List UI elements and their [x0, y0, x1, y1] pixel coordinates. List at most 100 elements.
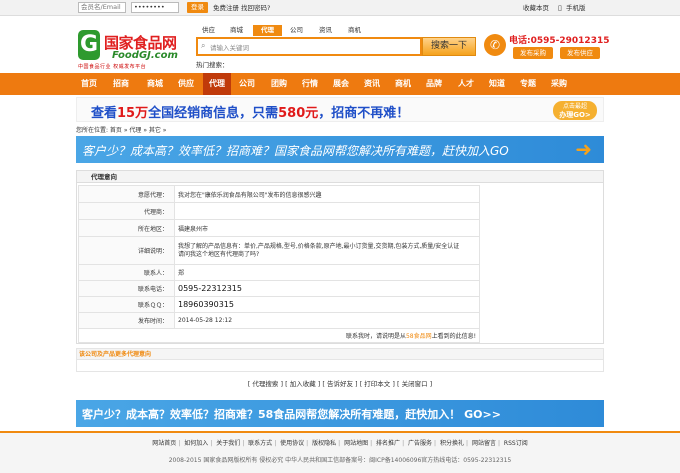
agent-search-link[interactable]: [ 代理搜索 ]: [248, 380, 283, 388]
footer-link-home[interactable]: 网站首页: [152, 440, 176, 447]
nav-item-opportunity[interactable]: 商机: [390, 73, 416, 95]
search-box: ⌕ 请输入关键词: [196, 37, 422, 56]
logo-slogan: 中国食品行业 权威发布平台: [78, 64, 147, 70]
nav-item-company[interactable]: 公司: [234, 73, 260, 95]
logo-en-text[interactable]: FoodGJ.com: [112, 50, 178, 61]
search-tab-supply[interactable]: 供应: [196, 25, 221, 36]
footer-link-about[interactable]: 关于我们: [216, 440, 240, 447]
search-input[interactable]: 请输入关键词: [210, 42, 249, 52]
nav-item-brand[interactable]: 品牌: [421, 73, 447, 95]
mobile-link[interactable]: 手机版: [566, 0, 586, 16]
row-label: 详细说明：: [78, 236, 175, 265]
footer-link-message[interactable]: 网站留言: [472, 440, 496, 447]
arrow-right-icon: ➜: [575, 137, 592, 161]
row-label: 意愿代理：: [78, 185, 175, 203]
footer-link-terms[interactable]: 使用协议: [280, 440, 304, 447]
footer-links: 网站首页 | 如何加入 | 关于我们 | 联系方式 | 使用协议 | 版权隐私 | 网站地图…: [152, 440, 528, 447]
promo-join-bottom-text: 客户少？成本高？效率低？招商难？58食品网帮您解决所有难题，赶快加入！ GO>>: [82, 408, 501, 421]
footer-link-contact[interactable]: 联系方式: [248, 440, 272, 447]
forgot-password-link[interactable]: 找回密码?: [241, 0, 270, 16]
table-row: 联系电话： 0595-22312315: [78, 280, 480, 297]
nav-item-supply[interactable]: 供应: [173, 73, 199, 95]
row-value: 我对您在"康依乐润食品有限公司"发布的信息很感兴趣: [174, 185, 480, 203]
promo-banner-text: 查看15万全国经销商信息，只需580元，招商不再难！: [91, 106, 410, 121]
footer-link-privacy[interactable]: 版权隐私: [312, 440, 336, 447]
publish-supply-button[interactable]: 发布供应: [560, 47, 600, 59]
nav-item-invest[interactable]: 招商: [108, 73, 134, 95]
promo-banner-join-bottom[interactable]: 客户少？成本高？效率低？招商难？58食品网帮您解决所有难题，赶快加入！ GO>>: [76, 400, 604, 427]
search-tab-mall[interactable]: 商城: [224, 25, 249, 36]
search-tab-agent[interactable]: 代理: [253, 25, 282, 36]
password-input[interactable]: ••••••••: [131, 2, 179, 13]
add-favorite-link[interactable]: [ 加入收藏 ]: [285, 380, 320, 388]
footer-link-join[interactable]: 如何加入: [184, 440, 208, 447]
footer-link-ads[interactable]: 广告服务: [408, 440, 432, 447]
table-row: 意愿代理： 我对您在"康依乐润食品有限公司"发布的信息很感兴趣: [78, 185, 480, 203]
breadcrumb[interactable]: 您所在位置: 首页 » 代理 » 其它 »: [76, 125, 166, 134]
print-link[interactable]: [ 打印本文 ]: [360, 380, 395, 388]
phone-icon: ✆: [484, 34, 506, 56]
login-button[interactable]: 登录: [187, 2, 208, 13]
nav-item-topic[interactable]: 专题: [515, 73, 541, 95]
nav-item-home[interactable]: 首页: [78, 73, 100, 95]
panel-title: 代理意向: [77, 171, 603, 183]
row-value: 我想了解的产品信息有：单价,产品规格,型号,价格条款,原产地,最小订货量,交货期…: [174, 236, 480, 265]
nav-item-know[interactable]: 知道: [484, 73, 510, 95]
nav-item-talent[interactable]: 人才: [453, 73, 479, 95]
account-input[interactable]: 会员名/Email: [78, 2, 126, 13]
row-label: 代理商：: [78, 202, 175, 220]
more-agent-intents-link[interactable]: 该公司及产品更多代理意向: [76, 348, 604, 360]
table-row: 联系人： 郑: [78, 264, 480, 281]
footer-link-points[interactable]: 积分换礼: [440, 440, 464, 447]
promo-banner-dealers[interactable]: 查看15万全国经销商信息，只需580元，招商不再难！ 点击最超 办理GO>: [76, 97, 604, 122]
row-label: 发布时间：: [78, 312, 175, 329]
table-row: 发布时间： 2014-05-28 12:12: [78, 312, 480, 329]
table-row: 联系ＱＱ： 18960390315: [78, 296, 480, 313]
search-icon: ⌕: [201, 41, 206, 50]
footer: 网站首页 | 如何加入 | 关于我们 | 联系方式 | 使用协议 | 版权隐私 | 网站地图…: [0, 431, 680, 473]
footer-link-rss[interactable]: RSS订阅: [504, 440, 528, 447]
table-row: 详细说明： 我想了解的产品信息有：单价,产品规格,型号,价格条款,原产地,最小订…: [78, 236, 480, 265]
search-tab-news[interactable]: 资讯: [313, 25, 338, 36]
nav-item-agent[interactable]: 代理: [203, 73, 231, 95]
hot-search-label: 热门搜索：: [196, 61, 229, 69]
nav-item-groupbuy[interactable]: 团购: [266, 73, 292, 95]
nav-item-market[interactable]: 行情: [297, 73, 323, 95]
panel-footer-note: 联系我时，请说明是从58食品网上看到的此信息!: [78, 328, 480, 343]
row-label: 联系ＱＱ：: [78, 296, 175, 313]
row-label: 联系电话：: [78, 280, 175, 297]
row-value: 福建泉州市: [174, 219, 480, 237]
action-links: [ 代理搜索 ] [ 加入收藏 ] [ 告诉好友 ] [ 打印本文 ] [ 关闭…: [0, 378, 680, 388]
promo-banner-join[interactable]: 客户少？成本高？效率低？招商难？国家食品网帮您解决所有难题，赶快加入GO ➜: [76, 136, 604, 163]
more-intents-list: [76, 360, 604, 372]
top-bar: 会员名/Email •••••••• 登录 免费注册 找回密码? 收藏本页 ▯ …: [0, 0, 680, 16]
copyright: 2008-2015 国家食品网版权所有 侵权必究 中华人民共和国工信部备案号：闽…: [168, 457, 512, 464]
nav-item-mall[interactable]: 商城: [142, 73, 168, 95]
row-label: 所在地区：: [78, 219, 175, 237]
search-tab-company[interactable]: 公司: [284, 25, 309, 36]
favorite-link[interactable]: 收藏本页: [523, 0, 549, 16]
row-value: [174, 202, 480, 220]
footer-link-sitemap[interactable]: 网站地图: [344, 440, 368, 447]
table-row: 联系我时，请说明是从58食品网上看到的此信息!: [78, 328, 480, 343]
promo-badge[interactable]: 点击最超 办理GO>: [553, 101, 597, 120]
mobile-icon: ▯: [558, 4, 562, 12]
phone-number: 电话:0595-29012315: [509, 36, 610, 46]
nav-item-purchase[interactable]: 采购: [546, 73, 572, 95]
nav-item-expo[interactable]: 展会: [328, 73, 354, 95]
close-window-link[interactable]: [ 关闭窗口 ]: [397, 380, 432, 388]
search-tab-opportunity[interactable]: 商机: [342, 25, 367, 36]
search-button[interactable]: 搜索一下: [422, 37, 476, 56]
table-row: 所在地区： 福建泉州市: [78, 219, 480, 237]
agent-intent-table: 意愿代理： 我对您在"康依乐润食品有限公司"发布的信息很感兴趣 代理商： 所在地…: [78, 185, 480, 343]
footer-link-ranking[interactable]: 排名推广: [376, 440, 400, 447]
tell-friend-link[interactable]: [ 告诉好友 ]: [322, 380, 357, 388]
row-label: 联系人：: [78, 264, 175, 281]
logo-icon[interactable]: G: [78, 30, 100, 60]
publish-buy-button[interactable]: 发布采购: [513, 47, 553, 59]
register-link[interactable]: 免费注册: [213, 0, 239, 16]
promo-join-text: 客户少？成本高？效率低？招商难？国家食品网帮您解决所有难题，赶快加入GO: [82, 144, 509, 158]
main-nav: 首页 招商 商城 供应 代理 公司 团购 行情 展会 资讯 商机 品牌 人才 知…: [0, 73, 680, 95]
row-value: 郑: [174, 264, 480, 281]
nav-item-news[interactable]: 资讯: [359, 73, 385, 95]
